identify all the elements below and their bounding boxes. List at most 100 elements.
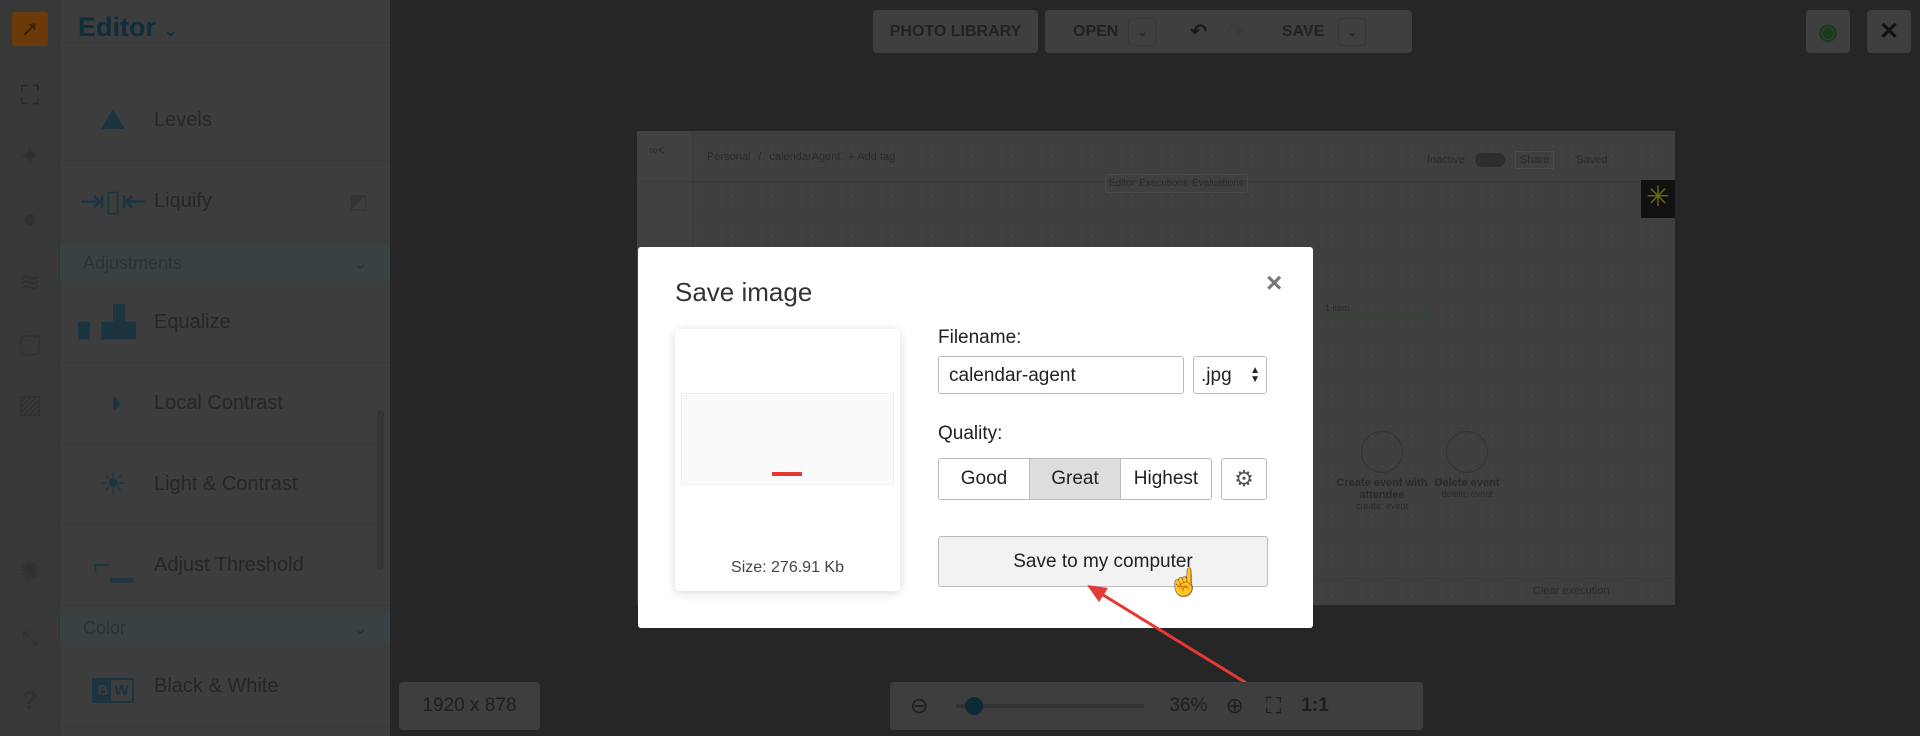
chevron-down-icon: ⌄ <box>352 252 368 273</box>
active-toggle <box>1474 153 1505 167</box>
premium-icon: ◩ <box>349 190 368 213</box>
tool-equalize[interactable]: ▖▟▖ Equalize <box>60 282 390 363</box>
tab-editor: Editor <box>1109 178 1136 189</box>
undo-icon[interactable]: ↶ <box>1190 19 1207 44</box>
help-icon[interactable]: ? <box>12 682 48 718</box>
extension-value: .jpg <box>1201 365 1232 386</box>
zoom-slider[interactable] <box>956 697 1145 715</box>
file-size: Size: 276.91 Kb <box>731 559 844 576</box>
inactive-label: Inactive <box>1427 154 1465 166</box>
panel-scrollbar[interactable] <box>377 410 384 570</box>
bw-icon: BW <box>78 669 148 703</box>
item-count: 1 item <box>1325 303 1350 313</box>
zoom-level: 36% <box>1169 695 1208 716</box>
contrast-icon: ◑ <box>103 386 123 419</box>
lightbulb-icon[interactable]: ✺ <box>12 553 48 589</box>
tool-label: Equalize <box>154 310 231 333</box>
chevron-down-icon: ⌄ <box>352 617 368 638</box>
user-icon: ◉ <box>1818 18 1838 44</box>
face-icon[interactable]: ● <box>12 200 48 236</box>
open-button[interactable]: OPEN <box>1073 23 1118 41</box>
quality-label: Quality: <box>938 423 1003 444</box>
tab-evaluations: Evaluations <box>1192 178 1244 189</box>
quality-highest[interactable]: Highest <box>1120 458 1212 500</box>
tool-levels[interactable]: ⛰ Levels <box>60 80 390 161</box>
settings-button[interactable]: ⚙ <box>1221 458 1267 500</box>
node-subtitle: delete: event <box>1441 489 1493 499</box>
save-toolbar-button[interactable]: SAVE <box>1282 23 1324 41</box>
clear-execution: Clear execution <box>1533 585 1610 597</box>
quality-great[interactable]: Great <box>1029 458 1121 500</box>
add-tag: + Add tag <box>848 151 896 163</box>
save-image-dialog: Save image × Size: 276.91 Kb Filename: c… <box>638 247 1313 628</box>
stepper-icon: ▲ ▼ <box>1250 365 1260 385</box>
section-adjustments[interactable]: Adjustments ⌄ <box>60 245 390 281</box>
tool-adjust-threshold[interactable]: ⌐▁ Adjust Threshold <box>60 525 390 606</box>
tool-black-white[interactable]: B W Black & White <box>60 646 390 727</box>
frame-icon[interactable]: ▢ <box>12 325 48 361</box>
node-subtitle: create: event <box>1355 501 1409 511</box>
workflow-name: calendarAgent <box>769 151 841 163</box>
breadcrumb: Personal <box>707 151 751 163</box>
node-title: Create event with attendee <box>1336 477 1428 501</box>
zoom-in-icon[interactable]: ⊕ <box>1225 693 1243 719</box>
tool-label: Light & Contrast <box>154 472 298 495</box>
tool-liquify[interactable]: ⇥▯⇤ Liquify ◩ <box>60 161 390 242</box>
quality-good[interactable]: Good <box>938 458 1030 500</box>
filename-input[interactable]: calendar-agent <box>938 356 1184 394</box>
mountains-icon: ⛰ <box>100 103 126 136</box>
saved-status: Saved <box>1576 154 1608 166</box>
tool-light-contrast[interactable]: ☀ Light & Contrast <box>60 444 390 525</box>
close-editor-button[interactable]: ✕ <box>1867 10 1911 53</box>
app-logo[interactable]: ➚ <box>12 12 48 46</box>
tool-local-contrast[interactable]: ◑ Local Contrast <box>60 363 390 444</box>
tool-label: Levels <box>154 108 212 131</box>
share-button: Share <box>1514 151 1555 169</box>
account-button[interactable]: ◉ <box>1806 10 1850 53</box>
zoom-bar: ⊖ 36% ⊕ ⛶ 1:1 <box>890 682 1423 730</box>
tool-label: Local Contrast <box>154 391 283 414</box>
section-label: Adjustments <box>83 252 183 273</box>
actual-size-button[interactable]: 1:1 <box>1301 695 1328 717</box>
tool-strip: ➚ ⛶ ✦ ● ≋ ▢ ▨ ✺ ⤡ ? <box>0 0 60 736</box>
liquify-icon: ⇥▯⇤ <box>79 184 147 218</box>
tool-label: Liquify <box>154 189 212 212</box>
close-icon: ✕ <box>1878 18 1900 45</box>
fit-screen-icon[interactable]: ⛶ <box>1266 693 1281 719</box>
node-title: Delete event <box>1434 477 1500 489</box>
photo-library-button[interactable]: PHOTO LIBRARY <box>873 10 1038 53</box>
gear-icon: ⚙ <box>1234 466 1254 491</box>
equalize-icon: ▖▟▖ <box>78 305 148 339</box>
tool-label: Adjust Threshold <box>154 553 304 576</box>
tool-label: Black & White <box>154 674 279 697</box>
editor-menu[interactable]: Editor ⌄ <box>78 12 177 43</box>
crop-icon[interactable]: ⛶ <box>12 78 48 114</box>
image-dimensions: 1920 x 878 <box>399 682 540 730</box>
breadcrumb-separator: / <box>758 151 762 163</box>
filename-label: Filename: <box>938 327 1022 348</box>
magic-wand-icon[interactable]: ✦ <box>12 138 48 174</box>
expand-icon[interactable]: ⤡ <box>12 621 48 657</box>
close-dialog-button[interactable]: × <box>1266 267 1282 299</box>
dialog-title: Save image <box>675 277 813 307</box>
tab-executions: Executions <box>1139 178 1189 189</box>
editor-panel: Editor ⌄ ⛰ Levels ⇥▯⇤ Liquify ◩ Adjustments ⌄… <box>60 0 390 736</box>
extension-select[interactable]: .jpg ▲ ▼ <box>1193 356 1267 394</box>
hand-cursor-icon: ☝ <box>1168 567 1201 597</box>
open-dropdown[interactable]: ⌄ <box>1128 17 1157 46</box>
redo-icon[interactable]: ↷ <box>1227 19 1244 44</box>
layers-icon[interactable]: ≋ <box>12 264 48 300</box>
zoom-out-icon[interactable]: ⊖ <box>910 693 928 719</box>
save-to-computer-button[interactable]: Save to my computer <box>938 536 1268 587</box>
file-toolbar: OPEN ⌄ ↶ ↷ SAVE ⌄ <box>1045 10 1412 53</box>
image-preview: Size: 276.91 Kb <box>675 329 900 591</box>
texture-icon[interactable]: ▨ <box>12 386 48 422</box>
save-dropdown[interactable]: ⌄ <box>1338 17 1367 46</box>
n8n-logo-icon: ∞< <box>649 143 665 157</box>
threshold-icon: ⌐▁ <box>92 548 134 582</box>
page-title: Editor <box>78 12 156 42</box>
section-color[interactable]: Color ⌄ <box>60 610 390 646</box>
zoom-slider-handle[interactable] <box>964 697 983 715</box>
asterisk-icon: ✳ <box>1641 180 1675 218</box>
chevron-down-icon: ⌄ <box>164 23 178 40</box>
